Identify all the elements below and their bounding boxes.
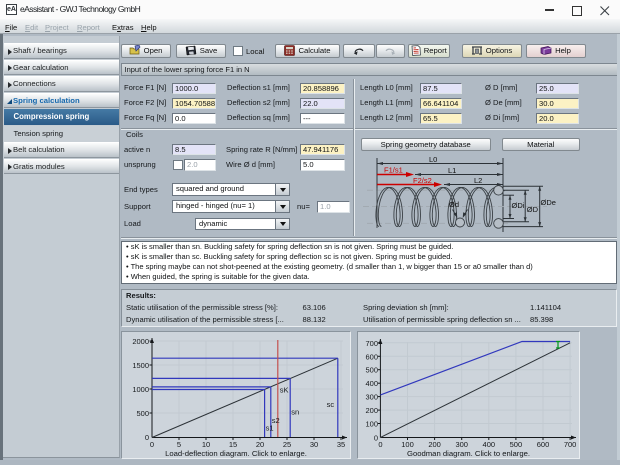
svg-text:0: 0 [378, 440, 382, 449]
svg-text:35: 35 [337, 440, 345, 449]
svg-text:600: 600 [365, 352, 378, 361]
svg-text:100: 100 [401, 440, 414, 449]
svg-text:0: 0 [145, 433, 149, 442]
svg-text:400: 400 [365, 379, 378, 388]
svg-text:100: 100 [365, 419, 378, 428]
svg-text:200: 200 [365, 406, 378, 415]
svg-text:400: 400 [482, 440, 495, 449]
svg-text:500: 500 [509, 440, 522, 449]
svg-text:20: 20 [256, 440, 264, 449]
svg-text:sc: sc [327, 400, 335, 409]
svg-text:30: 30 [310, 440, 318, 449]
svg-text:1000: 1000 [132, 385, 149, 394]
svg-text:600: 600 [536, 440, 549, 449]
svg-text:sn: sn [291, 407, 299, 416]
svg-text:L1: L1 [448, 166, 456, 175]
svg-text:0: 0 [150, 440, 154, 449]
svg-text:ØD: ØD [527, 205, 539, 214]
svg-text:F2/s2: F2/s2 [413, 176, 432, 185]
svg-text:sK: sK [280, 385, 289, 394]
svg-text:Ød: Ød [449, 200, 459, 209]
svg-text:25: 25 [283, 440, 291, 449]
svg-text:500: 500 [136, 409, 149, 418]
svg-text:s2: s2 [272, 416, 280, 425]
svg-text:F1/s1: F1/s1 [384, 166, 403, 175]
svg-text:700: 700 [365, 338, 378, 347]
svg-text:L0: L0 [429, 155, 437, 164]
svg-text:500: 500 [365, 365, 378, 374]
svg-text:L2: L2 [474, 176, 482, 185]
svg-text:200: 200 [428, 440, 441, 449]
svg-text:5: 5 [177, 440, 181, 449]
svg-text:ØDi: ØDi [512, 201, 525, 210]
svg-text:700: 700 [563, 440, 576, 449]
svg-text:ØDe: ØDe [541, 198, 556, 207]
svg-text:2000: 2000 [132, 337, 149, 346]
svg-text:300: 300 [455, 440, 468, 449]
svg-text:1500: 1500 [132, 361, 149, 370]
svg-text:300: 300 [365, 392, 378, 401]
svg-text:10: 10 [202, 440, 210, 449]
svg-text:15: 15 [229, 440, 237, 449]
